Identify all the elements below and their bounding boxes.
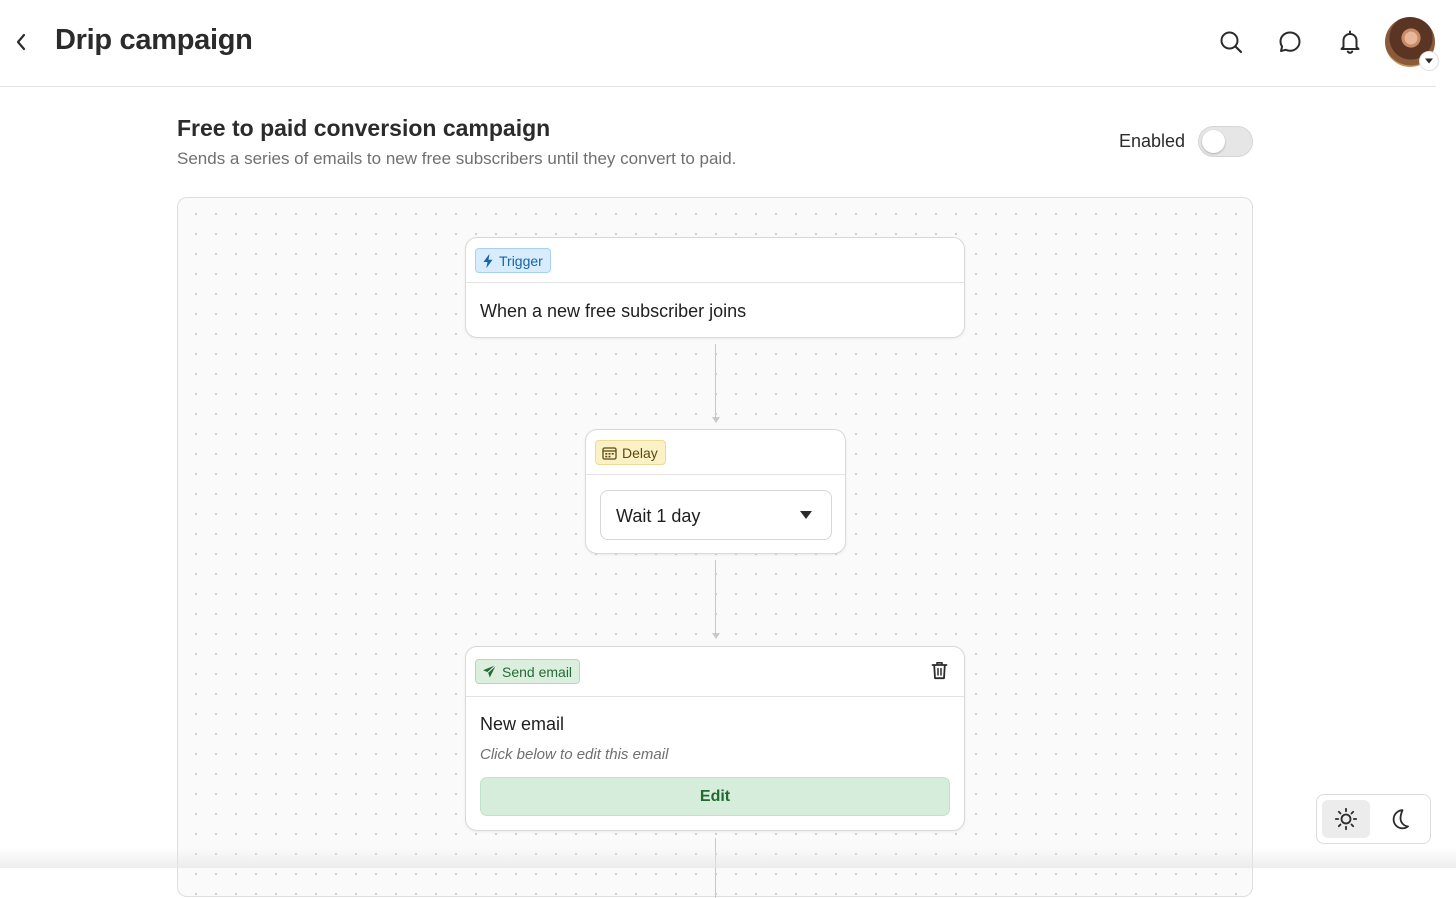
connector-email-next (715, 838, 716, 898)
delay-node[interactable]: Delay Wait 1 day (585, 429, 846, 554)
edit-email-button[interactable]: Edit (480, 777, 950, 816)
send-email-badge-label: Send email (502, 663, 573, 680)
connector-trigger-delay (715, 344, 716, 420)
delay-duration-select[interactable]: Wait 1 day (600, 490, 832, 540)
moon-icon (1392, 809, 1409, 830)
send-email-node-header: Send email (466, 647, 964, 697)
search-button[interactable] (1216, 27, 1246, 57)
delay-badge-label: Delay (622, 444, 658, 461)
page-title: Drip campaign (55, 24, 253, 56)
email-title: New email (480, 714, 565, 734)
delay-node-header: Delay (586, 430, 845, 475)
trigger-badge: Trigger (475, 248, 551, 273)
email-hint: Click below to edit this email (480, 746, 669, 763)
back-button[interactable] (8, 29, 34, 55)
arrow-head (712, 633, 720, 639)
search-icon (1220, 31, 1243, 54)
connector-delay-email (715, 560, 716, 636)
light-theme-button[interactable] (1322, 800, 1370, 838)
caret-down-icon (1425, 58, 1433, 64)
chat-icon (1279, 31, 1301, 52)
lightning-icon (483, 253, 493, 268)
enabled-label: Enabled (1119, 131, 1186, 151)
chevron-left-icon (16, 33, 26, 51)
toggle-knob (1202, 130, 1225, 153)
top-bar: Drip campaign (0, 0, 1439, 87)
delete-step-button[interactable] (928, 659, 950, 681)
send-icon (483, 664, 497, 678)
trigger-description: When a new free subscriber joins (480, 301, 747, 321)
dark-theme-button[interactable] (1377, 800, 1425, 838)
messages-button[interactable] (1275, 27, 1305, 57)
trash-icon (931, 661, 947, 679)
trigger-node[interactable]: Trigger When a new free subscriber joins (465, 237, 965, 338)
caret-down-icon (800, 511, 812, 519)
trigger-badge-label: Trigger (499, 252, 543, 269)
campaign-title: Free to paid conversion campaign (177, 115, 551, 141)
bell-icon (1340, 30, 1360, 54)
notifications-button[interactable] (1335, 27, 1365, 57)
send-email-node[interactable]: Send email New email Click below to edit… (465, 646, 965, 831)
delay-duration-value: Wait 1 day (616, 506, 701, 526)
arrow-head (712, 417, 720, 423)
trigger-node-header: Trigger (466, 238, 964, 283)
flow-canvas[interactable]: Trigger When a new free subscriber joins… (177, 197, 1253, 898)
send-email-badge: Send email (475, 659, 581, 684)
enabled-toggle[interactable] (1198, 126, 1253, 157)
calendar-icon (602, 446, 617, 460)
campaign-description: Sends a series of emails to new free sub… (177, 149, 737, 168)
account-menu-button[interactable] (1419, 51, 1439, 71)
delay-badge: Delay (595, 440, 666, 465)
sun-icon (1334, 807, 1358, 831)
theme-switch (1316, 794, 1431, 844)
